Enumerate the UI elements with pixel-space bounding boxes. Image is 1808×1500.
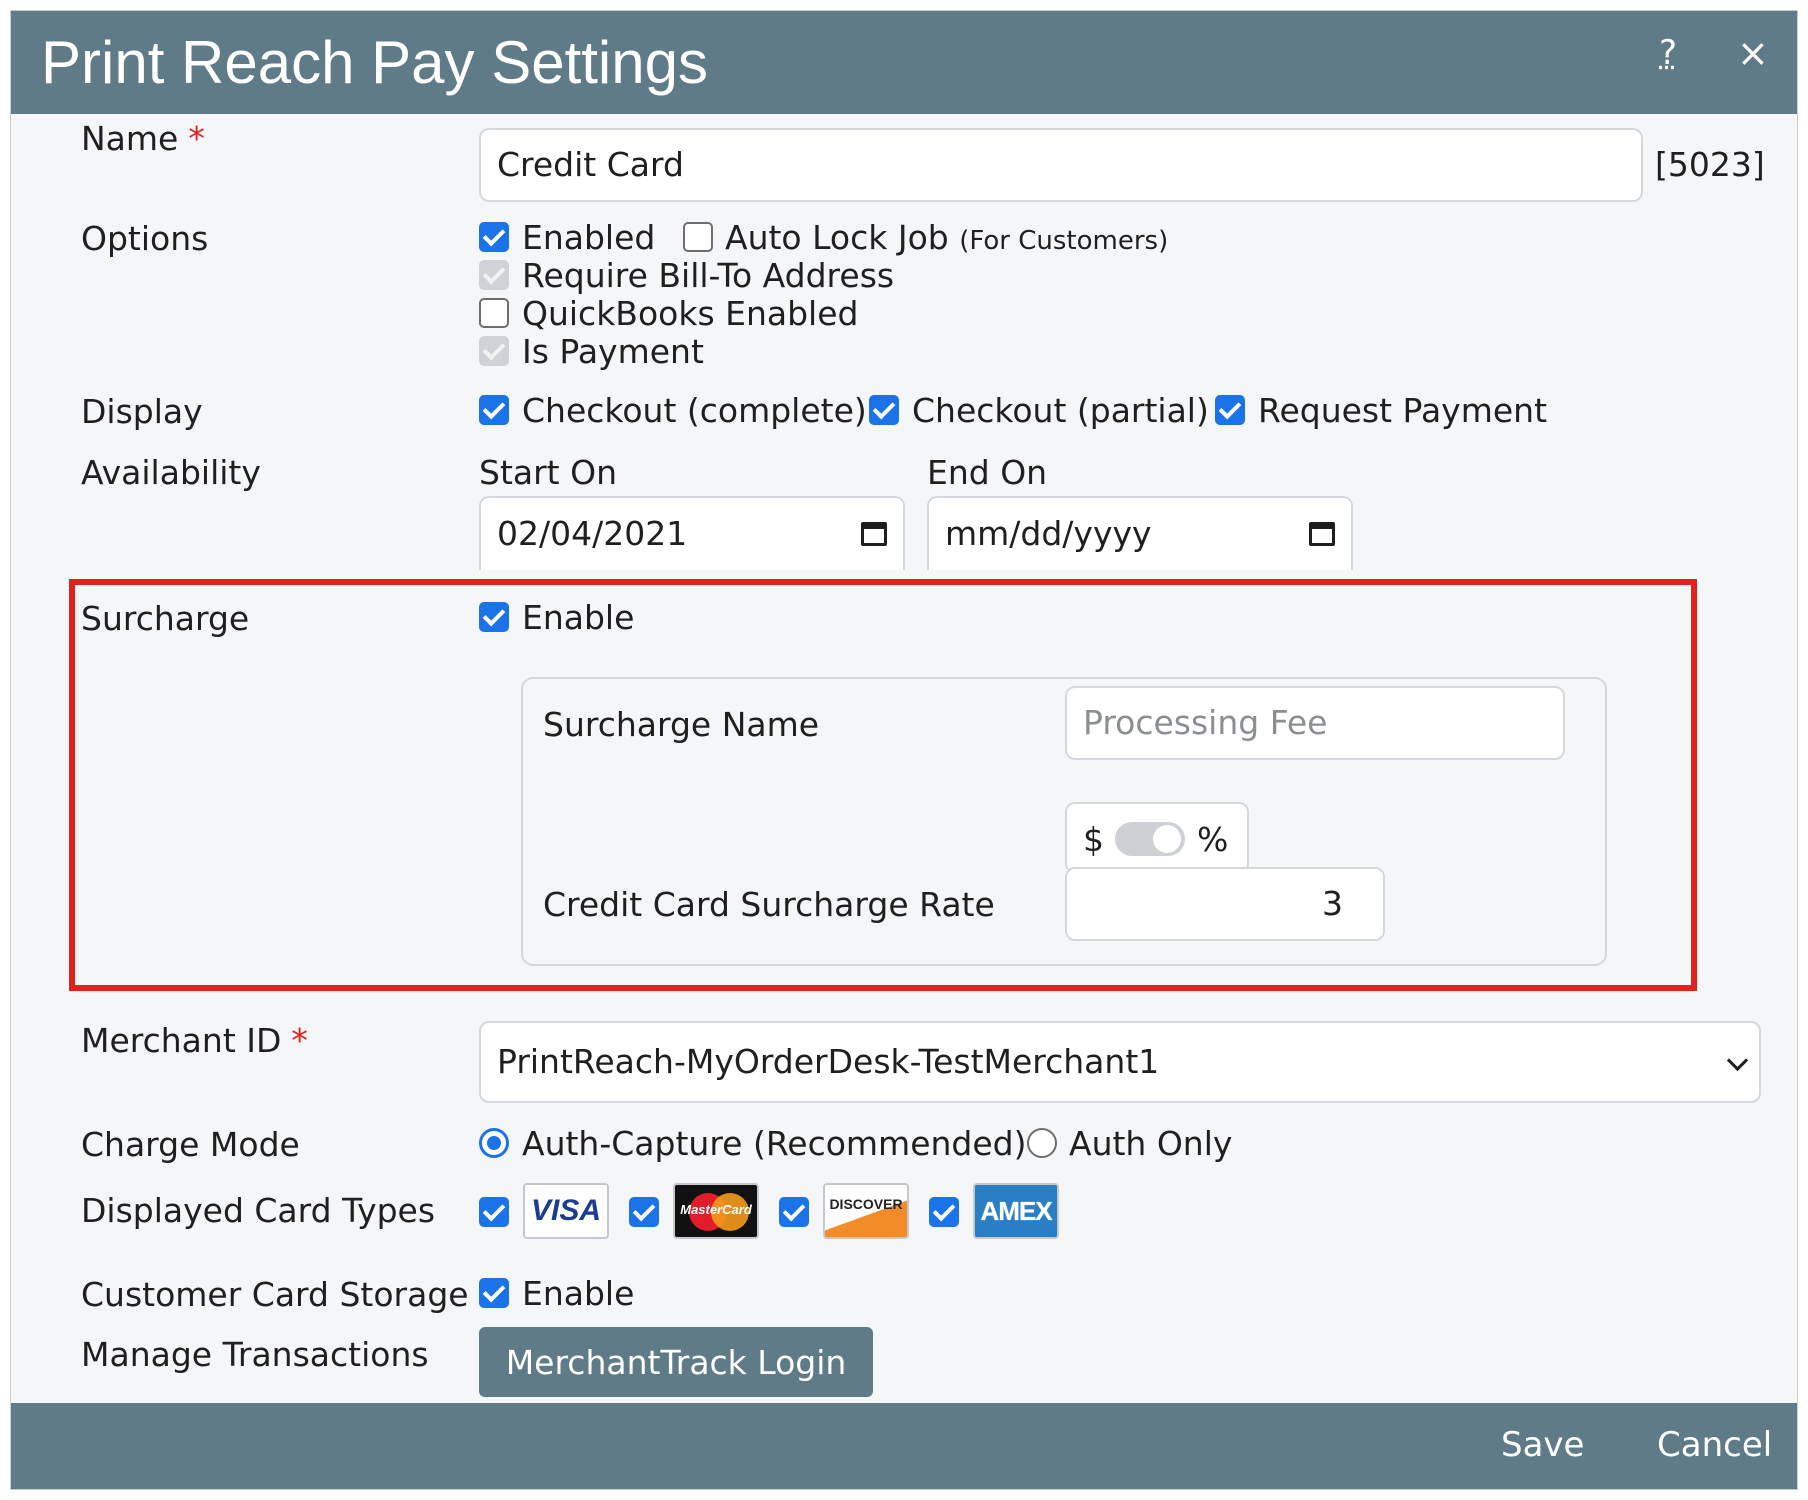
request-payment-checkbox[interactable] (1215, 395, 1245, 425)
merchanttrack-login-button[interactable]: MerchantTrack Login (479, 1327, 873, 1397)
amex-text: AMEX (980, 1195, 1052, 1226)
discover-logo: DISCOVER (823, 1183, 909, 1239)
surcharge-highlight-box (69, 579, 1697, 991)
start-on-label: Start On (479, 453, 617, 492)
merchant-id-select[interactable]: PrintReach-MyOrderDesk-TestMerchant1 (479, 1021, 1761, 1103)
name-label: Name * (81, 119, 205, 159)
save-button[interactable]: Save (1501, 1423, 1584, 1467)
cancel-button[interactable]: Cancel (1657, 1423, 1772, 1467)
visa-logo: VISA (523, 1183, 609, 1239)
record-id: [5023] (1655, 145, 1765, 184)
discover-checkbox[interactable] (779, 1197, 809, 1227)
visa-text: VISA (530, 1194, 602, 1227)
dialog-footer: Save Cancel (11, 1403, 1797, 1489)
visa-checkbox[interactable] (479, 1197, 509, 1227)
dialog-title: Print Reach Pay Settings (41, 29, 709, 96)
card-types-label: Displayed Card Types (81, 1191, 436, 1230)
settings-dialog: Print Reach Pay Settings ? × Name * Credi… (10, 10, 1798, 1490)
request-payment-label: Request Payment (1258, 391, 1548, 430)
merchant-id-selected: PrintReach-MyOrderDesk-TestMerchant1 (497, 1042, 1160, 1081)
required-mark: * (291, 1021, 308, 1060)
auth-capture-label: Auth-Capture (Recommended) (522, 1124, 1027, 1163)
card-storage-label: Customer Card Storage (81, 1275, 469, 1314)
auto-lock-checkbox[interactable] (683, 222, 713, 252)
auth-only-radio[interactable] (1027, 1128, 1057, 1158)
display-label: Display (81, 392, 203, 431)
require-bill-to-checkbox (479, 260, 509, 290)
checkout-partial-checkbox[interactable] (869, 395, 899, 425)
require-bill-to-label: Require Bill-To Address (522, 256, 895, 295)
dialog-titlebar: Print Reach Pay Settings ? × (11, 11, 1797, 114)
enabled-label: Enabled (522, 218, 656, 257)
start-date-value: 02/04/2021 (497, 514, 688, 553)
chevron-down-icon (1726, 1049, 1749, 1072)
name-input-value: Credit Card (497, 145, 684, 184)
start-date-input[interactable]: 02/04/2021 (479, 496, 905, 570)
availability-label: Availability (81, 453, 261, 492)
card-storage-checkbox[interactable] (479, 1278, 509, 1308)
name-label-text: Name (81, 119, 179, 158)
quickbooks-checkbox[interactable] (479, 298, 509, 328)
options-label: Options (81, 219, 209, 258)
amex-logo: AMEX (973, 1183, 1059, 1239)
end-date-placeholder: mm/dd/yyyy (945, 514, 1152, 553)
auto-lock-label: Auto Lock Job (For Customers) (725, 218, 1168, 261)
mastercard-text: MasterCard (680, 1202, 752, 1217)
manage-transactions-label: Manage Transactions (81, 1335, 429, 1374)
discover-text: DISCOVER (829, 1196, 903, 1212)
auto-lock-label-text: Auto Lock Job (725, 218, 949, 257)
merchant-id-label-text: Merchant ID (81, 1021, 282, 1060)
mastercard-checkbox[interactable] (629, 1197, 659, 1227)
charge-mode-label: Charge Mode (81, 1125, 300, 1164)
is-payment-label: Is Payment (522, 332, 704, 371)
close-icon[interactable]: × (1737, 33, 1769, 73)
checkout-complete-label: Checkout (complete) (522, 391, 867, 430)
end-date-input[interactable]: mm/dd/yyyy (927, 496, 1353, 570)
end-on-label: End On (927, 453, 1048, 492)
quickbooks-label: QuickBooks Enabled (522, 294, 859, 333)
help-icon[interactable]: ? (1659, 33, 1677, 73)
merchant-id-label: Merchant ID * (81, 1021, 308, 1061)
amex-checkbox[interactable] (929, 1197, 959, 1227)
card-storage-enable-label: Enable (522, 1274, 635, 1313)
checkout-partial-label: Checkout (partial) (912, 391, 1209, 430)
auth-only-label: Auth Only (1069, 1124, 1233, 1163)
required-mark: * (188, 119, 205, 158)
is-payment-checkbox (479, 336, 509, 366)
enabled-checkbox[interactable] (479, 222, 509, 252)
name-input[interactable]: Credit Card (479, 128, 1643, 202)
auth-capture-radio[interactable] (479, 1128, 509, 1158)
mastercard-logo: MasterCard (673, 1183, 759, 1239)
calendar-icon[interactable] (1309, 522, 1335, 546)
calendar-icon[interactable] (861, 522, 887, 546)
checkout-complete-checkbox[interactable] (479, 395, 509, 425)
auto-lock-note: (For Customers) (959, 226, 1169, 256)
